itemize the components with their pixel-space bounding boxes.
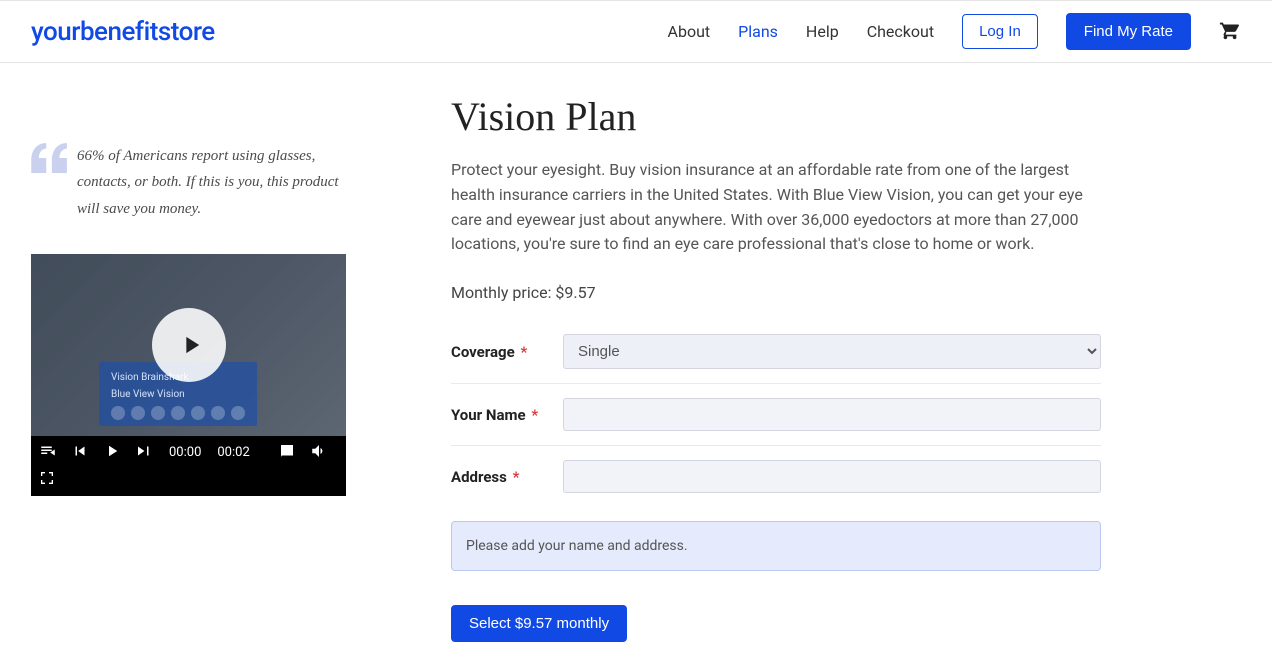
alert-message: Please add your name and address. xyxy=(451,521,1101,571)
nav-right: About Plans Help Checkout Log In Find My… xyxy=(668,13,1241,50)
fullscreen-icon[interactable] xyxy=(39,470,55,490)
video-overlay-line-2: Blue View Vision xyxy=(111,389,245,400)
description: Protect your eyesight. Buy vision insura… xyxy=(451,158,1101,257)
play-button[interactable] xyxy=(152,308,226,382)
coverage-row: Coverage * Single xyxy=(451,320,1101,384)
address-row: Address * xyxy=(451,446,1101,507)
quote-text: 66% of Americans report using glasses, c… xyxy=(77,143,351,222)
name-row: Your Name * xyxy=(451,384,1101,446)
next-icon[interactable] xyxy=(135,442,153,464)
nav-checkout[interactable]: Checkout xyxy=(867,22,934,41)
video-time-total: 00:02 xyxy=(217,445,249,460)
login-button[interactable]: Log In xyxy=(962,14,1038,49)
quote-icon xyxy=(31,143,69,222)
address-input[interactable] xyxy=(563,460,1101,493)
nav-plans[interactable]: Plans xyxy=(738,22,778,41)
price-line: Monthly price: $9.57 xyxy=(451,283,1101,302)
logo[interactable]: yourbenefitstore xyxy=(31,17,215,47)
nav-about[interactable]: About xyxy=(668,22,711,41)
quote-box: 66% of Americans report using glasses, c… xyxy=(31,143,351,222)
find-my-rate-button[interactable]: Find My Rate xyxy=(1066,13,1191,50)
more-icon[interactable] xyxy=(342,442,360,464)
select-plan-button[interactable]: Select $9.57 monthly xyxy=(451,605,627,642)
captions-icon[interactable] xyxy=(278,442,296,464)
playlist-icon[interactable] xyxy=(39,442,57,464)
play-icon[interactable] xyxy=(103,442,121,464)
sidebar: 66% of Americans report using glasses, c… xyxy=(31,143,351,642)
coverage-label: Coverage * xyxy=(451,343,563,361)
name-label: Your Name * xyxy=(451,406,563,424)
coverage-select[interactable]: Single xyxy=(563,334,1101,369)
volume-icon[interactable] xyxy=(310,442,328,464)
video-overlay-icons xyxy=(111,406,245,420)
cart-icon[interactable] xyxy=(1219,19,1241,45)
name-input[interactable] xyxy=(563,398,1101,431)
video-player: Vision Brainshark Blue View Vision 00:00… xyxy=(31,254,346,496)
address-label: Address * xyxy=(451,468,563,486)
nav-help[interactable]: Help xyxy=(806,22,839,41)
main-content: Vision Plan Protect your eyesight. Buy v… xyxy=(451,93,1101,642)
previous-icon[interactable] xyxy=(71,442,89,464)
video-time-current: 00:00 xyxy=(169,445,201,460)
video-controls: 00:00 00:02 xyxy=(31,436,346,496)
video-frame[interactable]: Vision Brainshark Blue View Vision xyxy=(31,254,346,436)
page-title: Vision Plan xyxy=(451,93,1101,140)
header: yourbenefitstore About Plans Help Checko… xyxy=(0,0,1272,63)
